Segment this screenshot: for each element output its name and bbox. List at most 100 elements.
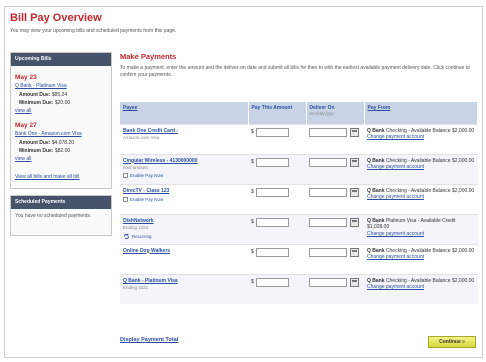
make-payments-instructions: To make a payment, enter the amount and …	[120, 65, 470, 79]
bill-minimum-due: Minimum Due: $20.00	[15, 100, 107, 106]
pay-amount-input[interactable]	[255, 217, 289, 227]
change-payment-account-link[interactable]: Change payment account	[367, 254, 475, 261]
payee-option[interactable]: Enable Pay Now	[123, 172, 245, 178]
table-row: Online Dog Walkers $ Q Bank Checking - Ava…	[120, 243, 478, 274]
payfrom-bank: Q Bank	[367, 217, 385, 224]
payments-table: Payee Pay This Amount Deliver On mm/dd/y…	[120, 102, 478, 304]
pay-amount-input[interactable]	[255, 157, 289, 167]
bill-amount-due: Amount Due: $85.24	[15, 92, 107, 98]
deliver-date-input[interactable]	[309, 157, 347, 167]
deliver-date-input[interactable]	[309, 247, 347, 257]
view-all-bills-link[interactable]: View all bills and make all bill	[15, 174, 107, 180]
payfrom-bank: Q Bank	[367, 127, 385, 134]
bill-payee-link[interactable]: Q Bank - Platinum Visa	[15, 83, 107, 90]
payee-option-label: Enable Pay Now	[130, 196, 164, 202]
change-payment-account-link[interactable]: Change payment account	[367, 134, 475, 141]
recurring-icon	[123, 233, 130, 239]
payfrom-detail: Checking - Available Balance $2,000.00	[385, 247, 475, 254]
table-header-row: Payee Pay This Amount Deliver On mm/dd/y…	[120, 102, 478, 124]
calendar-icon[interactable]	[350, 157, 359, 167]
bill-view-all-link[interactable]: view all	[15, 108, 107, 114]
payee-cell: Online Dog Walkers	[120, 243, 248, 274]
payfrom-bank: Q Bank	[367, 187, 385, 194]
deliver-cell	[306, 183, 364, 214]
payee-link[interactable]: Online Dog Walkers	[123, 248, 245, 254]
sidebar: Upcoming Bills May 23 Q Bank - Platinum …	[10, 52, 112, 236]
payee-link[interactable]: Bank One Credit Card -	[123, 128, 245, 134]
payee-column-header[interactable]: Payee	[120, 102, 249, 124]
deliver-date-input[interactable]	[309, 187, 347, 197]
currency-symbol: $	[251, 279, 254, 285]
payee-option[interactable]: Enable Pay Now	[123, 196, 245, 202]
payfrom-detail: Checking - Available Balance $2,000.00	[385, 277, 475, 284]
enable-pay-now-checkbox[interactable]	[123, 196, 128, 202]
bill-due-date: May 23	[15, 74, 37, 81]
amount-cell: $	[248, 183, 306, 214]
display-payment-total-link[interactable]: Display Payment Total	[120, 337, 178, 343]
change-payment-account-link[interactable]: Change payment account	[367, 164, 475, 171]
change-payment-account-link[interactable]: Change payment account	[367, 284, 475, 291]
minimum-due-label: Minimum Due:	[19, 147, 54, 154]
make-payments-title: Make Payments	[120, 52, 177, 61]
deliver-date-format: mm/dd/yyyy	[309, 111, 334, 116]
payee-link[interactable]: DishNetwork	[123, 218, 245, 224]
minimum-due-label: Minimum Due:	[19, 99, 54, 106]
scheduled-payments-text: You have no scheduled payments.	[15, 212, 92, 219]
amount-cell: $	[248, 153, 306, 184]
calendar-icon[interactable]	[350, 217, 359, 227]
deliver-cell	[306, 123, 364, 154]
table-row: DirecTV - Class 123 Enable Pay Now $ Q Bank…	[120, 183, 478, 214]
payfrom-detail: Checking - Available Balance $2,000.00	[385, 187, 475, 194]
payee-cell: DishNetwork Ending 1234 Recurring	[120, 213, 248, 244]
payee-subtext: Ending 4321	[123, 284, 149, 290]
calendar-icon[interactable]	[350, 277, 359, 287]
upcoming-bill: May 27 Bank One - Amazon.com Visa Amount…	[15, 122, 107, 162]
payee-cell: Q Bank - Platinum Visa Ending 4321	[120, 273, 248, 304]
continue-button[interactable]: Continue »	[428, 336, 476, 348]
table-row: Cingular Wireless - 4130000000 next amoun…	[120, 153, 478, 184]
calendar-icon[interactable]	[350, 187, 359, 197]
deliver-cell	[306, 243, 364, 274]
pay-amount-input[interactable]	[255, 187, 289, 197]
deliver-date-input[interactable]	[309, 217, 347, 227]
deliver-date-input[interactable]	[309, 277, 347, 287]
bill-payee-link[interactable]: Bank One - Amazon.com Visa	[15, 131, 107, 138]
deliver-cell	[306, 153, 364, 184]
calendar-icon[interactable]	[350, 247, 359, 257]
pay-amount-input[interactable]	[255, 127, 289, 137]
pay-amount-input[interactable]	[255, 277, 289, 287]
currency-symbol: $	[251, 129, 254, 135]
amount-due-value: $85.24	[51, 91, 68, 98]
currency-symbol: $	[251, 159, 254, 165]
minimum-due-value: $20.00	[54, 99, 71, 106]
payfrom-cell: Q Bank Platinum Visa - Available Credit …	[364, 213, 478, 244]
currency-symbol: $	[251, 189, 254, 195]
payee-link[interactable]: DirecTV - Class 123	[123, 188, 245, 194]
scheduled-payments-header: Scheduled Payments	[11, 195, 111, 209]
minimum-due-value: $82.00	[54, 147, 71, 154]
payee-subtext: Amazon.com Visa	[123, 134, 160, 140]
scheduled-payments-panel: Scheduled Payments You have no scheduled…	[10, 194, 112, 236]
deliver-cell	[306, 213, 364, 244]
payee-cell: Bank One Credit Card - Amazon.com Visa	[120, 123, 248, 154]
payfrom-column-header[interactable]: Pay From	[364, 102, 478, 124]
page-subtitle: You may view your upcoming bills and sch…	[10, 28, 177, 34]
payfrom-cell: Q Bank Checking - Available Balance $2,0…	[364, 243, 478, 274]
calendar-icon[interactable]	[350, 127, 359, 137]
pay-amount-input[interactable]	[255, 247, 289, 257]
deliver-cell	[306, 273, 364, 304]
amount-due-label: Amount Due:	[19, 139, 51, 146]
amount-column-header: Pay This Amount	[248, 102, 307, 124]
upcoming-bill: May 23 Q Bank - Platinum Visa Amount Due…	[15, 74, 107, 114]
make-payments-section: Make Payments To make a payment, enter t…	[120, 52, 478, 304]
change-payment-account-link[interactable]: Change payment account	[367, 194, 475, 201]
deliver-date-input[interactable]	[309, 127, 347, 137]
payee-link[interactable]: Q Bank - Platinum Visa	[123, 278, 245, 284]
payee-link[interactable]: Cingular Wireless - 4130000000	[123, 158, 245, 164]
enable-pay-now-checkbox[interactable]	[123, 172, 128, 178]
bill-amount-due: Amount Due: $4,078.20	[15, 140, 107, 146]
bill-view-all-link[interactable]: view all	[15, 156, 107, 162]
currency-symbol: $	[251, 219, 254, 225]
payee-option: Recurring	[123, 233, 245, 240]
change-payment-account-link[interactable]: Change payment account	[367, 231, 475, 238]
